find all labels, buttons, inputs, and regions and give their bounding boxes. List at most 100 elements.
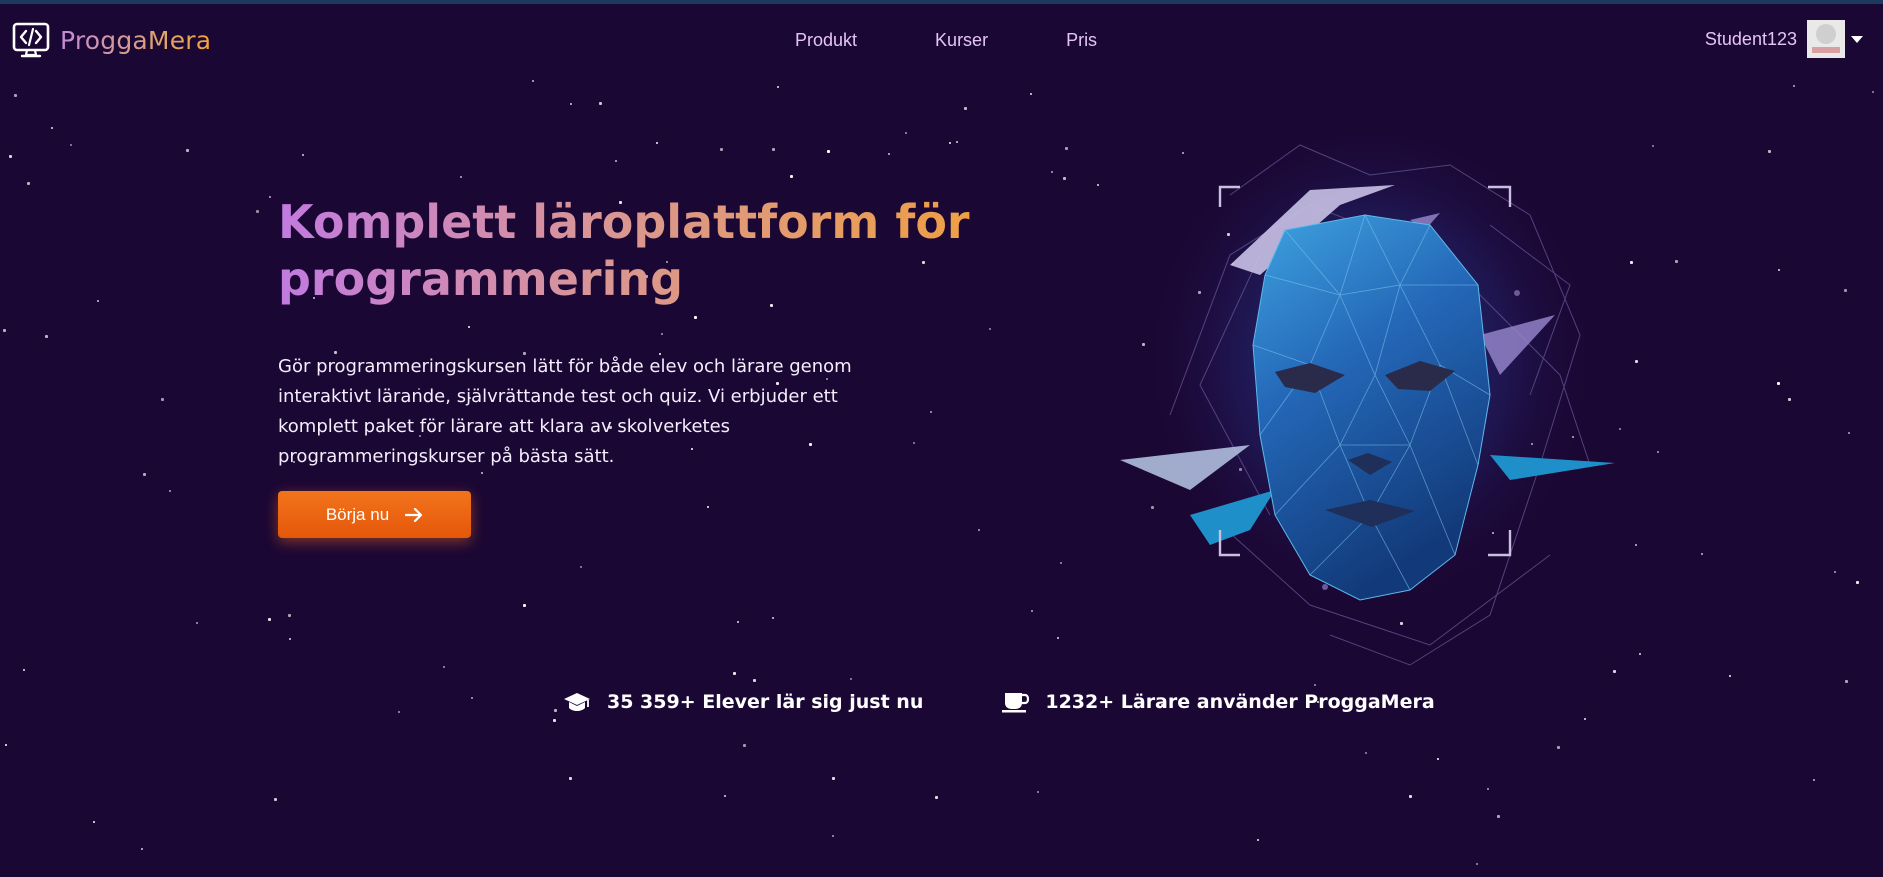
stat-students: 35 359+ Elever lär sig just nu	[563, 690, 923, 714]
nav-link-produkt[interactable]: Produkt	[795, 30, 857, 51]
star	[1409, 795, 1412, 798]
star	[790, 175, 793, 178]
star	[1788, 398, 1791, 401]
star	[580, 566, 582, 568]
star	[9, 155, 12, 158]
start-now-label: Börja nu	[325, 504, 390, 524]
star	[45, 335, 48, 338]
star	[777, 86, 779, 88]
star	[1813, 779, 1815, 781]
star	[468, 326, 470, 328]
stat-students-text: 35 359+ Elever lär sig just nu	[607, 691, 924, 713]
star	[1635, 544, 1637, 546]
star	[724, 795, 726, 797]
star	[733, 672, 736, 675]
star	[523, 604, 526, 607]
star	[302, 154, 304, 156]
star	[615, 160, 617, 162]
star	[661, 333, 663, 335]
star	[1834, 571, 1836, 573]
star	[913, 442, 915, 444]
start-now-button[interactable]: Börja nu	[278, 491, 471, 538]
arrow-right-icon	[405, 507, 423, 522]
star	[1729, 675, 1731, 677]
star	[51, 127, 53, 129]
star	[1031, 610, 1033, 612]
polygon-face-illustration	[1120, 135, 1615, 666]
star	[956, 141, 958, 143]
stat-teachers: 1232+ Lärare använder ProggaMera	[1001, 690, 1435, 714]
user-menu[interactable]: Student123	[1705, 20, 1863, 58]
star	[949, 142, 951, 144]
star	[186, 149, 189, 152]
graduation-cap-icon	[564, 693, 590, 711]
nav-links: Produkt Kurser Pris	[795, 30, 1097, 51]
star	[888, 153, 890, 155]
star	[23, 669, 25, 671]
star	[553, 719, 556, 722]
star	[3, 329, 6, 332]
star	[1063, 177, 1066, 180]
star	[1793, 85, 1795, 87]
star	[481, 472, 483, 474]
star	[14, 94, 17, 97]
star	[5, 744, 7, 746]
star	[930, 411, 932, 413]
star	[978, 529, 980, 531]
star	[1487, 788, 1489, 790]
star	[1701, 553, 1703, 555]
star	[398, 711, 400, 713]
star	[1497, 815, 1500, 818]
star	[1657, 451, 1659, 453]
star	[1856, 581, 1859, 584]
nav-link-kurser[interactable]: Kurser	[935, 30, 988, 51]
star	[288, 614, 291, 617]
star	[1365, 752, 1367, 754]
username: Student123	[1704, 28, 1797, 49]
star	[905, 132, 907, 134]
star	[93, 821, 95, 823]
star	[720, 148, 723, 151]
star	[274, 798, 277, 801]
star	[832, 777, 835, 780]
star	[1584, 718, 1586, 720]
star	[1635, 360, 1638, 363]
star	[1675, 260, 1678, 263]
star	[1872, 91, 1874, 93]
avatar[interactable]	[1807, 20, 1845, 58]
star	[569, 777, 572, 780]
star	[471, 697, 473, 699]
star	[1057, 637, 1059, 639]
star	[161, 398, 164, 401]
stat-teachers-text: 1232+ Lärare använder ProggaMera	[1045, 691, 1435, 713]
star	[1845, 680, 1848, 683]
nav-link-pris[interactable]: Pris	[1066, 30, 1097, 51]
star	[1437, 758, 1439, 760]
star	[169, 490, 171, 492]
code-monitor-icon	[12, 22, 50, 58]
star	[1652, 145, 1654, 147]
star	[737, 621, 739, 623]
star	[935, 796, 938, 799]
brand-logo[interactable]: ProggaMera	[12, 20, 211, 60]
star	[1037, 791, 1039, 793]
star	[772, 617, 774, 619]
star	[832, 835, 834, 837]
star	[1097, 184, 1099, 186]
star	[1557, 746, 1560, 749]
star	[70, 144, 72, 146]
star	[850, 678, 852, 680]
star	[289, 638, 291, 640]
star	[256, 210, 259, 213]
star	[1768, 150, 1771, 153]
star	[1030, 93, 1032, 95]
star	[1257, 839, 1259, 841]
star	[1844, 289, 1847, 292]
star	[1639, 653, 1641, 655]
star	[656, 142, 658, 144]
star	[27, 182, 30, 185]
star	[143, 473, 146, 476]
star	[443, 666, 445, 668]
chevron-down-icon[interactable]	[1851, 35, 1863, 43]
hero-title: Komplett läroplattform för programmering	[278, 194, 998, 308]
